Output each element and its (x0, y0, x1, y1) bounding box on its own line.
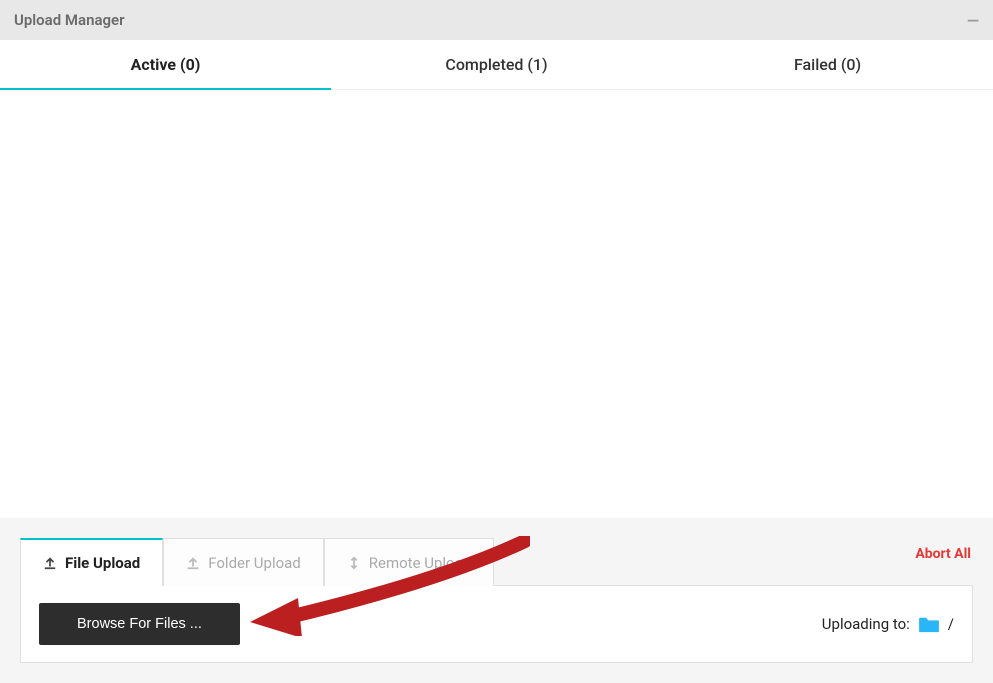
upload-method-tabs: File Upload Folder Upload Remote Upload (20, 538, 973, 586)
upload-panel: Browse For Files ... Uploading to: / (20, 585, 973, 663)
uploading-to-label: Uploading to: (822, 615, 910, 633)
abort-all-button[interactable]: Abort All (915, 546, 971, 562)
tab-failed[interactable]: Failed (0) (662, 40, 993, 89)
window-header: Upload Manager — (0, 0, 993, 40)
tab-completed-label: Completed (1) (445, 55, 547, 74)
tab-failed-label: Failed (0) (794, 55, 861, 74)
folder-icon[interactable] (918, 615, 940, 633)
upload-list-area (0, 90, 993, 518)
bottom-panel: Abort All File Upload Folder Upload Remo… (0, 518, 993, 683)
upload-icon (186, 556, 200, 570)
tab-file-upload[interactable]: File Upload (20, 538, 163, 586)
tab-file-upload-label: File Upload (65, 554, 140, 572)
status-tabs: Active (0) Completed (1) Failed (0) (0, 40, 993, 90)
tab-folder-upload-label: Folder Upload (208, 554, 301, 572)
minimize-icon[interactable]: — (967, 11, 979, 30)
window-title: Upload Manager (14, 11, 125, 29)
browse-files-button[interactable]: Browse For Files ... (39, 603, 240, 645)
transfer-icon (347, 556, 361, 570)
uploading-to-path: / (948, 615, 954, 633)
tab-active-label: Active (0) (131, 55, 201, 74)
tab-completed[interactable]: Completed (1) (331, 40, 662, 89)
upload-icon (43, 556, 57, 570)
tab-active[interactable]: Active (0) (0, 40, 331, 89)
tab-remote-upload-label: Remote Upload (369, 554, 471, 572)
tab-remote-upload[interactable]: Remote Upload (324, 538, 494, 586)
uploading-to: Uploading to: / (822, 615, 954, 633)
tab-folder-upload[interactable]: Folder Upload (163, 538, 324, 586)
